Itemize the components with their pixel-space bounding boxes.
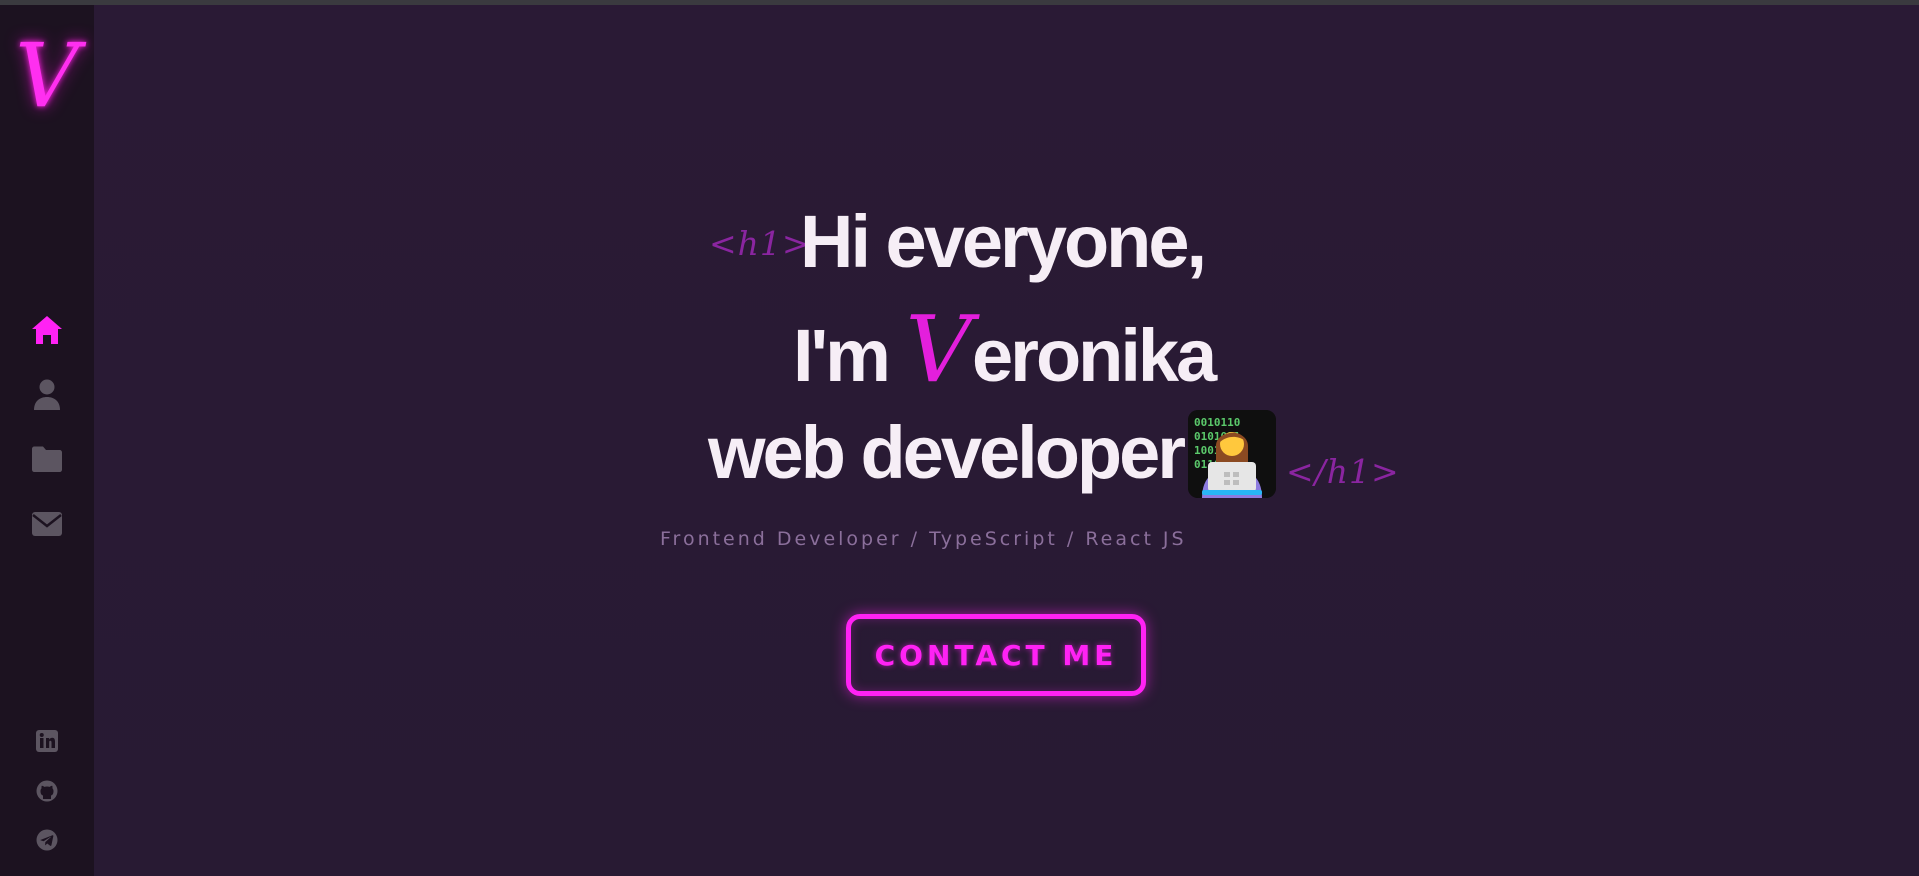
nav-about[interactable] [0, 379, 94, 411]
hero-line-1: Hi everyone, [800, 200, 1207, 283]
nav-home[interactable] [0, 314, 94, 346]
woman-technologist-icon: 0010110 0101011 1001010 0110100 [1188, 410, 1276, 498]
envelope-icon [32, 512, 62, 536]
social-github[interactable] [0, 780, 94, 802]
nav-projects[interactable] [0, 445, 94, 473]
svg-text:0010110: 0010110 [1194, 416, 1240, 429]
hero-subtitle: Frontend Developer / TypeScript / React … [660, 528, 1187, 550]
user-icon [34, 379, 60, 410]
social-telegram[interactable] [0, 829, 94, 851]
github-icon [36, 780, 58, 802]
hero-name-initial: V [905, 296, 972, 403]
sidebar: V [0, 5, 94, 876]
hero-line-3: web developer [708, 411, 1186, 494]
social-linkedin[interactable] [0, 730, 94, 752]
h1-close-tag: </h1> [1286, 452, 1400, 491]
hero-im: I'm [793, 314, 891, 397]
contact-me-button[interactable]: CONTACT ME [846, 614, 1146, 696]
telegram-icon [36, 829, 58, 851]
folder-icon [32, 446, 62, 472]
nav-contact[interactable] [0, 511, 94, 537]
linkedin-icon [36, 730, 58, 752]
home-icon [32, 316, 62, 344]
hero-name-rest: eronika [971, 314, 1217, 397]
h1-open-tag: <h1> [709, 224, 811, 263]
hero-line-2: I'm Veronika [793, 304, 1217, 397]
logo[interactable]: V [10, 31, 84, 121]
